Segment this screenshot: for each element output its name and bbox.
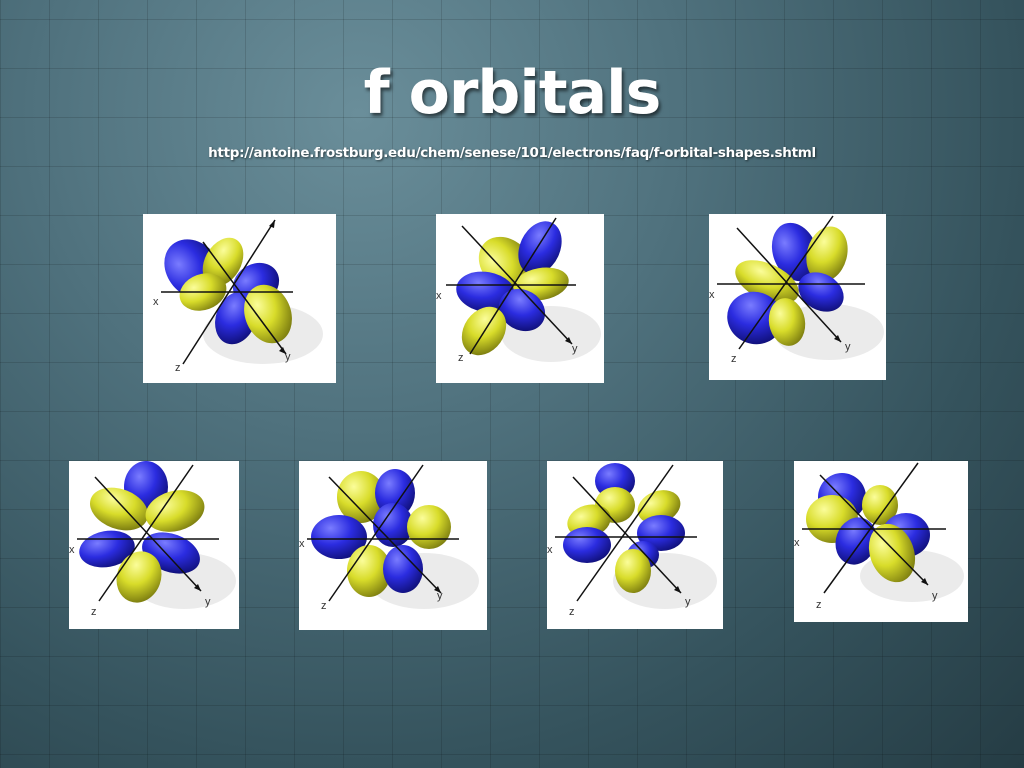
axis-label-z: z	[458, 352, 464, 364]
yellow-lobe	[407, 505, 451, 549]
axis-label-y: y	[932, 590, 938, 602]
orbital-diagram-5: x y z	[299, 464, 479, 612]
orbital-image-7: x y z	[794, 461, 968, 622]
orbital-diagram-2: x y z	[436, 217, 601, 364]
orbital-image-3: x y z	[709, 214, 886, 380]
axis-label-x: x	[436, 290, 442, 302]
axis-label-x: x	[299, 538, 305, 550]
orbital-image-1: x y z	[143, 214, 336, 383]
axis-label-y: y	[205, 596, 211, 608]
orbital-image-6: x y z	[547, 461, 723, 629]
orbital-image-5: x y z	[299, 461, 487, 630]
axis-label-x: x	[709, 289, 715, 301]
orbital-diagram-3: x y z	[709, 215, 884, 365]
orbital-diagram-1: x y z	[153, 219, 323, 374]
axis-label-y: y	[285, 351, 291, 363]
axis-label-z: z	[175, 362, 181, 374]
axis-label-x: x	[794, 537, 800, 549]
orbital-diagram-4: x y z	[69, 461, 236, 618]
axis-label-x: x	[69, 544, 75, 556]
orbital-diagram-6: x y z	[547, 463, 717, 618]
axis-label-x: x	[153, 296, 159, 308]
axis-label-z: z	[321, 600, 327, 612]
axis-label-z: z	[569, 606, 575, 618]
orbital-image-2: x y z	[436, 214, 604, 383]
axis-label-y: y	[845, 341, 851, 353]
orbital-diagram-7: x y z	[794, 462, 964, 611]
axis-label-z: z	[91, 606, 97, 618]
axis-label-x: x	[547, 544, 553, 556]
axis-label-y: y	[437, 590, 443, 602]
axis-label-z: z	[816, 599, 822, 611]
orbital-image-4: x y z	[69, 461, 239, 629]
axis-label-z: z	[731, 353, 737, 365]
slide-title: f orbitals	[363, 58, 662, 128]
source-url: http://antoine.frostburg.edu/chem/senese…	[208, 145, 816, 161]
axis-label-y: y	[572, 343, 578, 355]
blue-lobe	[563, 527, 611, 563]
axis-label-y: y	[685, 596, 691, 608]
